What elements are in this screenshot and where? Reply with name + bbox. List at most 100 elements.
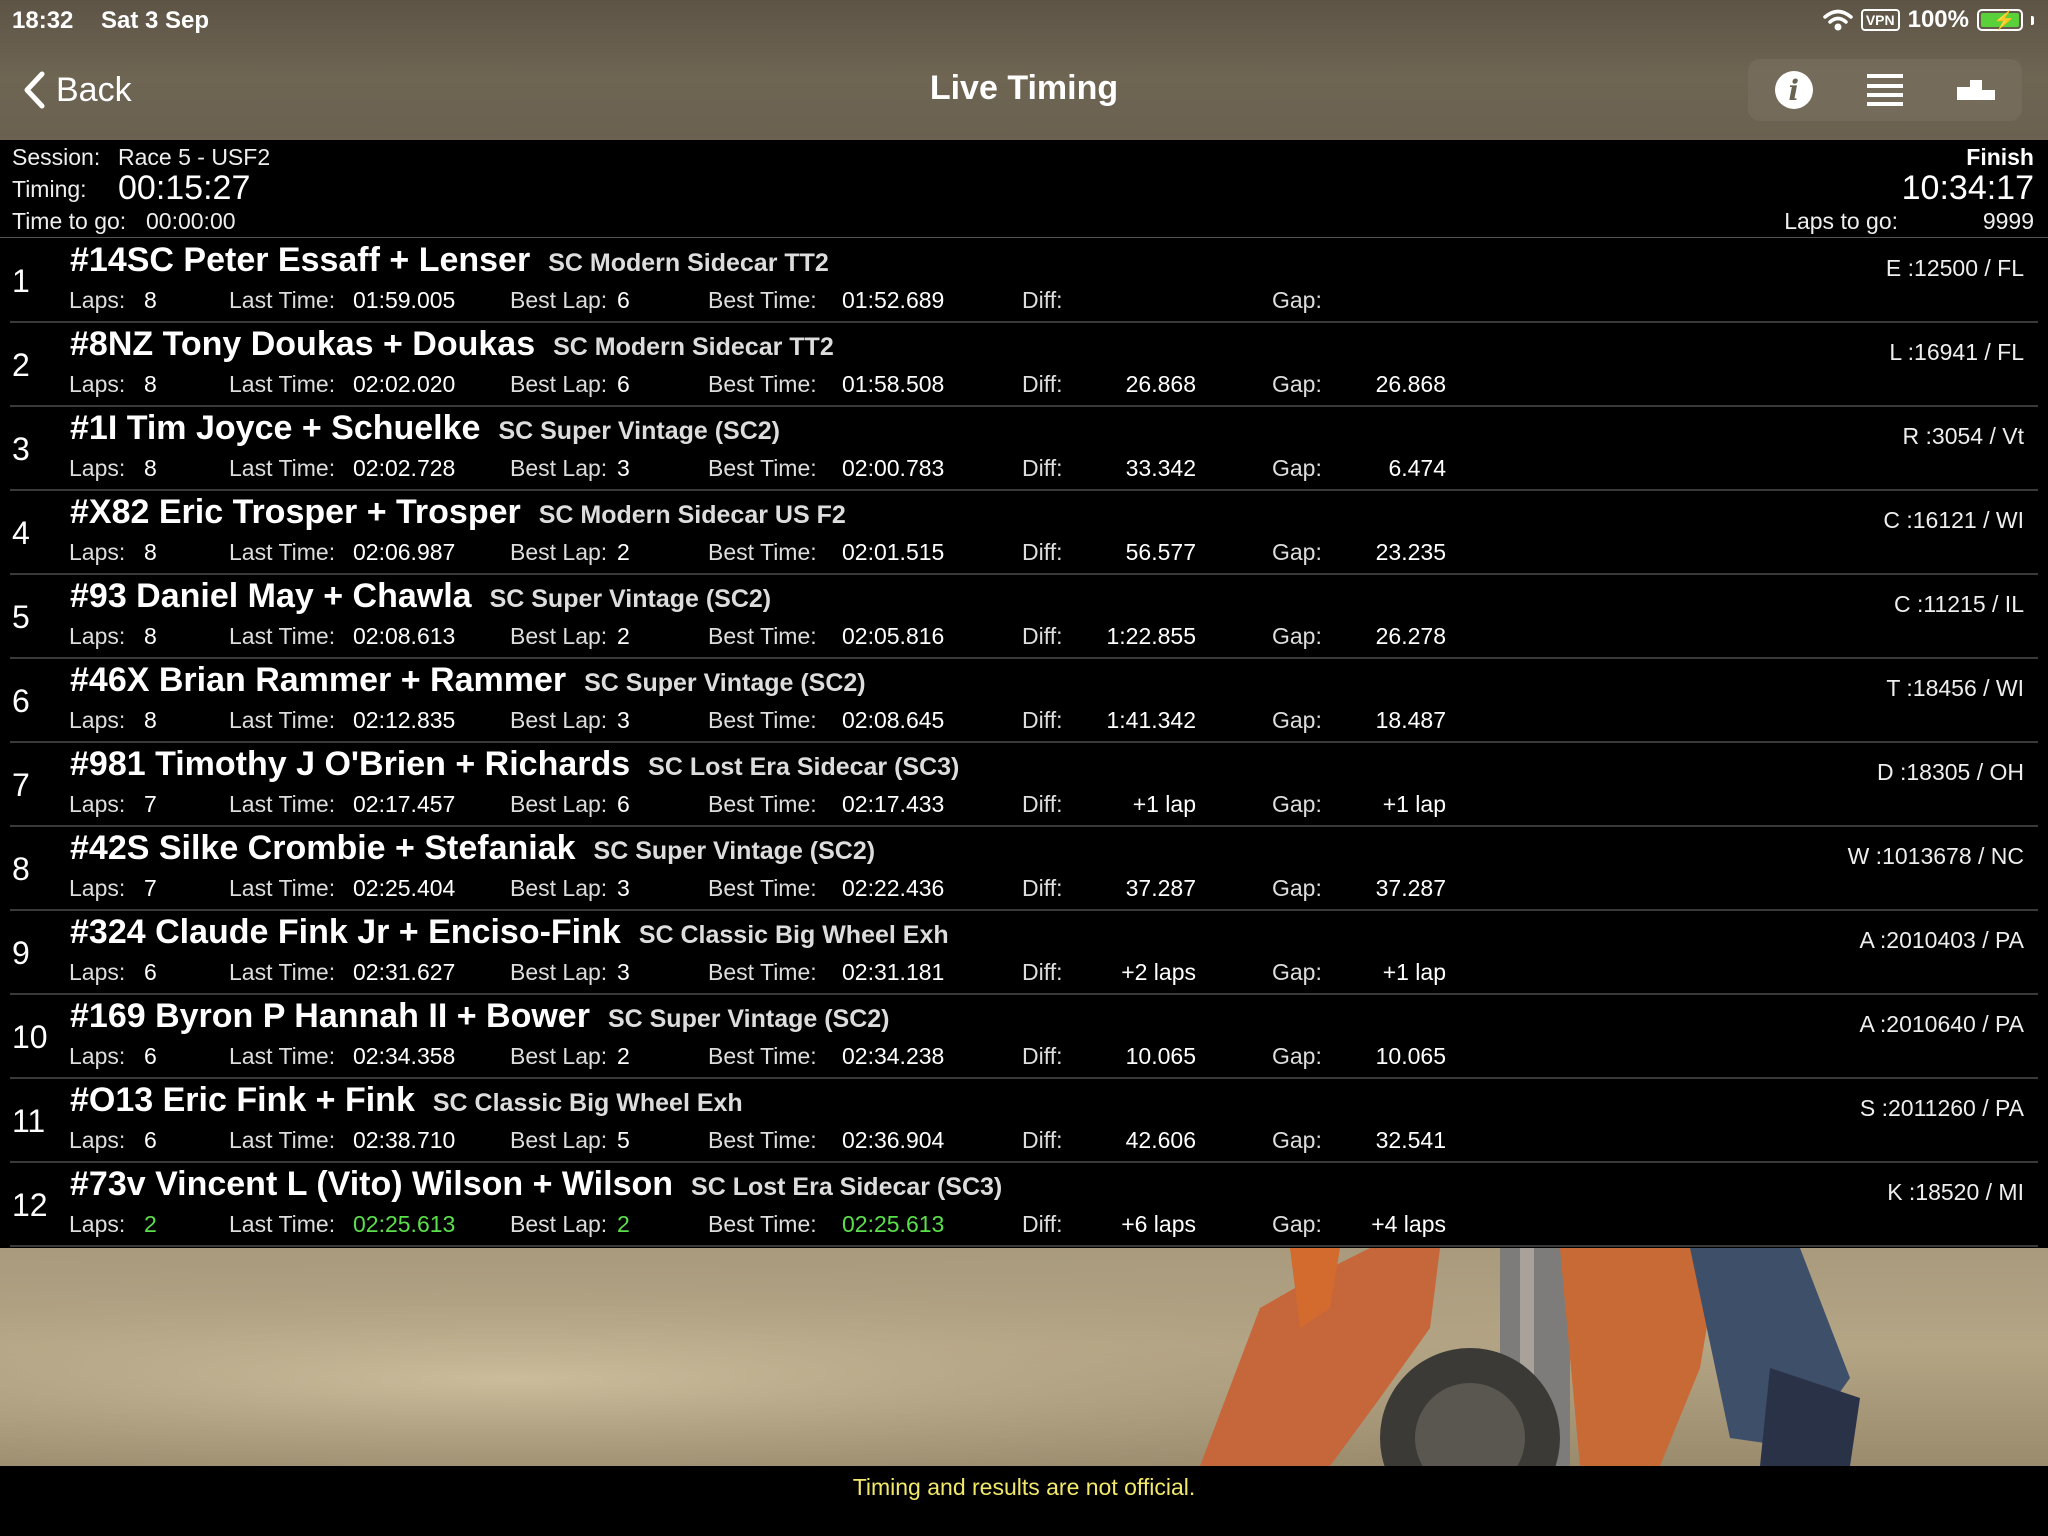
last-time-label: Last Time: bbox=[229, 455, 336, 481]
diff-label: Diff: bbox=[1022, 707, 1063, 733]
rider-name: #93 Daniel May + Chawla SC Super Vintage … bbox=[70, 577, 771, 616]
last-time-label: Last Time: bbox=[229, 707, 336, 733]
last-time-value: 02:34.358 bbox=[353, 1043, 456, 1069]
podium-icon bbox=[1957, 80, 1996, 100]
laps-value: 6 bbox=[144, 1043, 157, 1069]
laps-to-go-value: 9999 bbox=[1982, 208, 2034, 234]
podium-button[interactable] bbox=[1946, 65, 2006, 115]
class-name: SC Super Vintage (SC2) bbox=[489, 585, 772, 613]
result-row[interactable]: 11 #O13 Eric Fink + Fink SC Classic Big Wh… bbox=[10, 1079, 2038, 1163]
position: 5 bbox=[12, 598, 30, 635]
diff-value: +1 lap bbox=[1132, 791, 1196, 817]
last-time-value: 01:59.005 bbox=[353, 287, 456, 313]
last-time-label: Last Time: bbox=[229, 1211, 336, 1237]
diff-label: Diff: bbox=[1022, 791, 1063, 817]
diff-value: 10.065 bbox=[1125, 1043, 1196, 1069]
best-time-value: 02:17.433 bbox=[842, 791, 945, 817]
best-time-value: 02:22.436 bbox=[842, 875, 945, 901]
timing-label: Timing: bbox=[12, 176, 87, 202]
registration: W :1013678 / NC bbox=[1847, 843, 2024, 869]
result-row[interactable]: 10 #169 Byron P Hannah II + Bower SC Super… bbox=[10, 995, 2038, 1079]
laps-label: Laps: bbox=[69, 707, 126, 733]
rider-name: #14SC Peter Essaff + Lenser SC Modern Sid… bbox=[70, 241, 829, 280]
status-bar: 18:32 Sat 3 Sep VPN 100% ⚡ bbox=[0, 0, 2048, 40]
best-time-value: 02:00.783 bbox=[842, 455, 945, 481]
status-right: VPN 100% ⚡ bbox=[1823, 6, 2034, 34]
best-time-label: Best Time: bbox=[708, 875, 817, 901]
diff-value: +2 laps bbox=[1121, 959, 1196, 985]
result-row[interactable]: 4 #X82 Eric Trosper + Trosper SC Modern Si… bbox=[10, 491, 2038, 575]
registration: D :18305 / OH bbox=[1876, 759, 2024, 785]
list-button[interactable] bbox=[1855, 65, 1915, 115]
laps-label: Laps: bbox=[69, 1043, 126, 1069]
best-time-value: 02:05.816 bbox=[842, 623, 945, 649]
class-name: SC Modern Sidecar TT2 bbox=[548, 249, 829, 277]
result-row[interactable]: 12 #73v Vincent L (Vito) Wilson + Wilson S… bbox=[10, 1163, 2038, 1247]
session-label: Session: bbox=[12, 144, 101, 170]
diff-value: 1:22.855 bbox=[1106, 623, 1196, 649]
last-time-label: Last Time: bbox=[229, 875, 336, 901]
diff-value: 33.342 bbox=[1125, 455, 1196, 481]
status-time: 18:32 bbox=[12, 7, 74, 34]
best-lap-value: 2 bbox=[617, 1043, 630, 1069]
best-time-label: Best Time: bbox=[708, 791, 817, 817]
registration: E :12500 / FL bbox=[1885, 255, 2024, 281]
diff-label: Diff: bbox=[1022, 455, 1063, 481]
best-lap-value: 3 bbox=[617, 707, 630, 733]
diff-value: 56.577 bbox=[1125, 539, 1196, 565]
best-time-label: Best Time: bbox=[708, 1211, 817, 1237]
result-row[interactable]: 9 #324 Claude Fink Jr + Enciso-Fink SC Cla… bbox=[10, 911, 2038, 995]
gap-value: +1 lap bbox=[1382, 791, 1446, 817]
best-lap-label: Best Lap: bbox=[510, 539, 608, 565]
gap-value: 23.235 bbox=[1375, 539, 1446, 565]
last-time-label: Last Time: bbox=[229, 287, 336, 313]
laps-label: Laps: bbox=[69, 959, 126, 985]
diff-label: Diff: bbox=[1022, 1211, 1063, 1237]
best-lap-value: 3 bbox=[617, 959, 630, 985]
finish-time: 10:34:17 bbox=[1901, 169, 2034, 207]
rider-name-text: #X82 Eric Trosper + Trosper bbox=[70, 493, 521, 531]
gap-value: 18.487 bbox=[1375, 707, 1446, 733]
result-row[interactable]: 8 #42S Silke Crombie + Stefaniak SC Super … bbox=[10, 827, 2038, 911]
best-lap-value: 2 bbox=[617, 1211, 630, 1237]
session-info: Session: Race 5 - USF2 Timing: 00:15:27 … bbox=[0, 140, 2048, 238]
registration: A :2010403 / PA bbox=[1859, 927, 2024, 953]
laps-value: 6 bbox=[144, 1127, 157, 1153]
nav-bar: Back Live Timing i bbox=[0, 40, 2048, 140]
registration: T :18456 / WI bbox=[1886, 675, 2024, 701]
result-row[interactable]: 5 #93 Daniel May + Chawla SC Super Vintage… bbox=[10, 575, 2038, 659]
laps-label: Laps: bbox=[69, 623, 126, 649]
time-to-go-label: Time to go: bbox=[12, 208, 127, 234]
rider-name: #O13 Eric Fink + Fink SC Classic Big Whee… bbox=[70, 1081, 743, 1120]
gap-value: 10.065 bbox=[1375, 1043, 1446, 1069]
gap-value: 26.278 bbox=[1375, 623, 1446, 649]
result-row[interactable]: 3 #1I Tim Joyce + Schuelke SC Super Vintag… bbox=[10, 407, 2038, 491]
rider-name: #1I Tim Joyce + Schuelke SC Super Vintage… bbox=[70, 409, 780, 448]
registration: R :3054 / Vt bbox=[1902, 423, 2024, 449]
laps-value: 8 bbox=[144, 287, 157, 313]
result-row[interactable]: 7 #981 Timothy J O'Brien + Richards SC Los… bbox=[10, 743, 2038, 827]
diff-label: Diff: bbox=[1022, 1127, 1063, 1153]
result-row[interactable]: 6 #46X Brian Rammer + Rammer SC Super Vint… bbox=[10, 659, 2038, 743]
rider-name-text: #324 Claude Fink Jr + Enciso-Fink bbox=[70, 913, 621, 951]
rider-name-text: #73v Vincent L (Vito) Wilson + Wilson bbox=[70, 1165, 674, 1203]
gap-label: Gap: bbox=[1272, 287, 1322, 313]
best-lap-label: Best Lap: bbox=[510, 287, 608, 313]
last-time-value: 02:25.404 bbox=[353, 875, 456, 901]
laps-label: Laps: bbox=[69, 875, 126, 901]
best-lap-value: 6 bbox=[617, 287, 630, 313]
position: 11 bbox=[12, 1102, 46, 1139]
result-row[interactable]: 2 #8NZ Tony Doukas + Doukas SC Modern Side… bbox=[10, 323, 2038, 407]
diff-label: Diff: bbox=[1022, 539, 1063, 565]
battery-percent: 100% bbox=[1907, 6, 1969, 33]
best-time-value: 02:08.645 bbox=[842, 707, 945, 733]
info-button[interactable]: i bbox=[1764, 65, 1824, 115]
rider-name-text: #93 Daniel May + Chawla bbox=[70, 577, 472, 615]
class-name: SC Modern Sidecar TT2 bbox=[553, 333, 834, 361]
result-row[interactable]: 1 #14SC Peter Essaff + Lenser SC Modern Si… bbox=[10, 239, 2038, 323]
best-time-value: 01:58.508 bbox=[842, 371, 945, 397]
position: 3 bbox=[12, 430, 30, 467]
last-time-value: 02:17.457 bbox=[353, 791, 456, 817]
battery-charging-icon: ⚡ bbox=[1977, 9, 2023, 31]
session-name: Race 5 - USF2 bbox=[118, 144, 271, 170]
